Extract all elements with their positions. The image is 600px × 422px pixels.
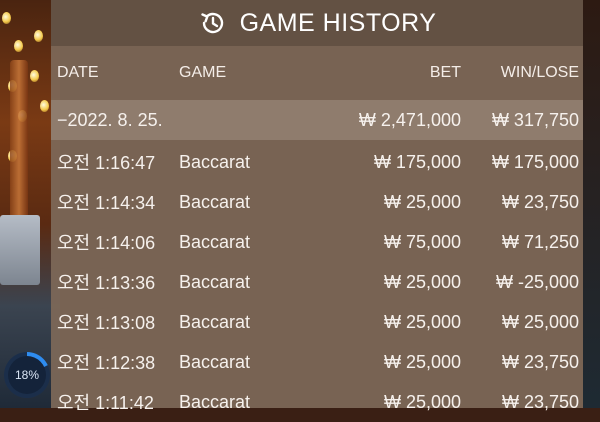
loading-progress-indicator: 18% [4,352,50,398]
row-bet: ₩ 175,000 [373,151,461,172]
history-row[interactable]: 오전 1:16:47 Baccarat ₩ 175,000 ₩ 175,000 [51,142,583,182]
summary-win-lose: ₩ 317,750 [491,109,579,130]
progress-label: 18% [8,356,46,394]
column-bet: BET [429,64,461,81]
column-game: GAME [179,64,227,81]
history-row[interactable]: 오전 1:12:38 Baccarat ₩ 25,000 ₩ 23,750 [51,342,583,382]
history-row[interactable]: 오전 1:14:34 Baccarat ₩ 25,000 ₩ 23,750 [51,182,583,222]
panel-title: GAME HISTORY [239,8,437,37]
row-bet: ₩ 75,000 [383,231,461,252]
row-game: Baccarat [179,191,251,212]
history-list: 오전 1:16:47 Baccarat ₩ 175,000 ₩ 175,000 … [51,140,583,422]
row-game: Baccarat [179,311,251,332]
row-game: Baccarat [179,391,251,412]
column-win-lose: WIN/LOSE [500,64,579,81]
column-headers: DATE GAME BET WIN/LOSE [51,46,583,100]
row-bet: ₩ 25,000 [383,391,461,412]
column-date: DATE [57,64,99,81]
summary-bet: ₩ 2,471,000 [358,109,461,130]
history-clock-icon [198,8,228,38]
row-bet: ₩ 25,000 [383,271,461,292]
row-time: 오전 1:13:08 [57,313,156,333]
row-game: Baccarat [179,151,251,172]
row-time: 오전 1:16:47 [57,153,156,173]
row-win-lose: ₩ 23,750 [501,391,579,412]
row-win-lose: ₩ 23,750 [501,351,579,372]
row-bet: ₩ 25,000 [383,311,461,332]
row-win-lose: ₩ 175,000 [491,151,579,172]
date-summary-row[interactable]: −2022. 8. 25. ₩ 2,471,000 ₩ 317,750 [51,100,583,140]
row-win-lose: ₩ -25,000 [495,271,579,292]
panel-header: GAME HISTORY [51,0,583,46]
row-game: Baccarat [179,351,251,372]
history-row[interactable]: 오전 1:14:06 Baccarat ₩ 75,000 ₩ 71,250 [51,222,583,262]
summary-date: −2022. 8. 25. [57,109,163,130]
row-bet: ₩ 25,000 [383,351,461,372]
row-time: 오전 1:11:42 [57,393,154,413]
row-time: 오전 1:14:34 [57,193,156,213]
history-row[interactable]: 오전 1:11:42 Baccarat ₩ 25,000 ₩ 23,750 [51,382,583,422]
background-edge [583,0,600,408]
row-game: Baccarat [179,271,251,292]
row-game: Baccarat [179,231,251,252]
history-row[interactable]: 오전 1:13:08 Baccarat ₩ 25,000 ₩ 25,000 [51,302,583,342]
row-win-lose: ₩ 25,000 [501,311,579,332]
row-time: 오전 1:12:38 [57,353,156,373]
history-row[interactable]: 오전 1:13:36 Baccarat ₩ 25,000 ₩ -25,000 [51,262,583,302]
row-time: 오전 1:14:06 [57,233,156,253]
row-win-lose: ₩ 71,250 [501,231,579,252]
row-time: 오전 1:13:36 [57,273,156,293]
game-history-panel: GAME HISTORY DATE GAME BET WIN/LOSE −202… [51,0,583,413]
row-bet: ₩ 25,000 [383,191,461,212]
row-win-lose: ₩ 23,750 [501,191,579,212]
